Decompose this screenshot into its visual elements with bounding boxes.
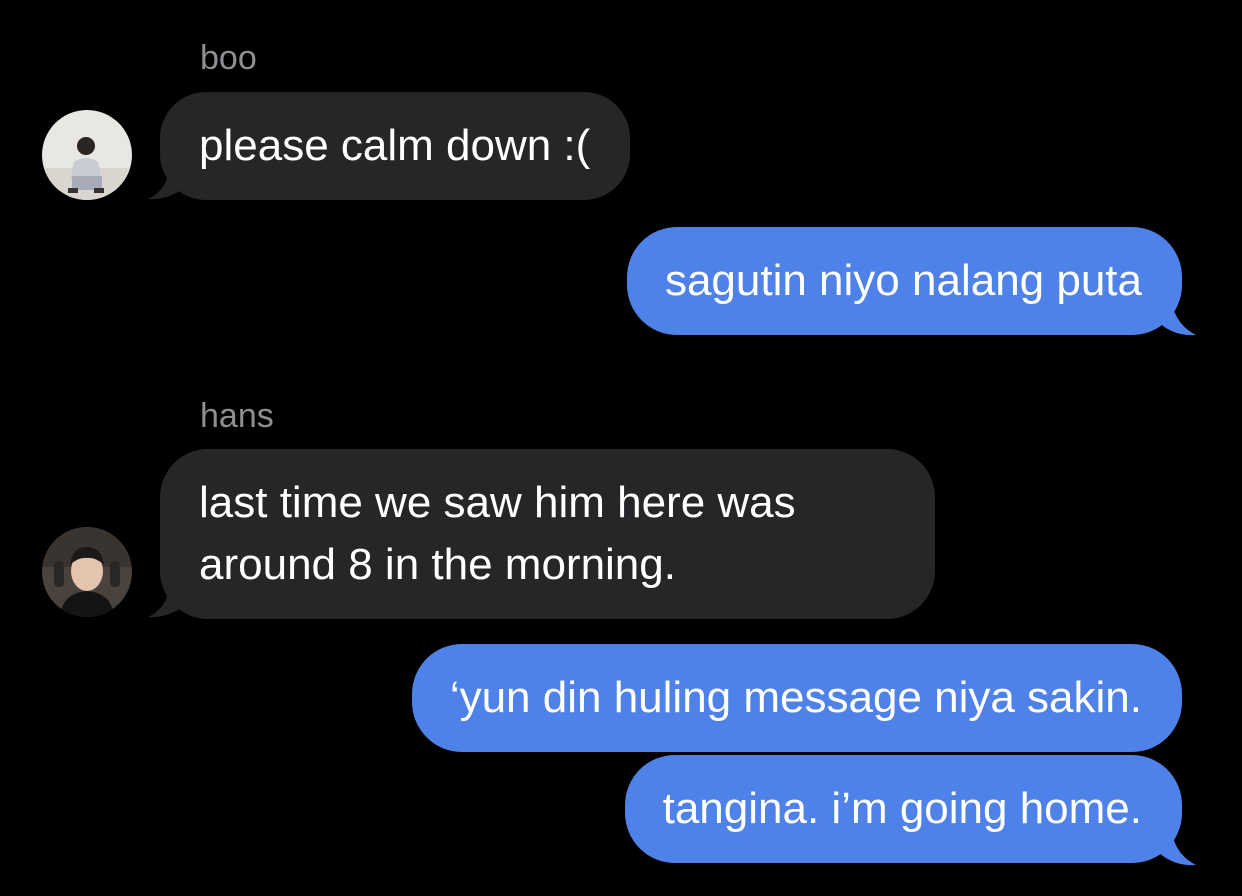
message-text: ‘yun din huling message niya sakin. <box>449 673 1142 722</box>
message-bubble-outgoing[interactable]: sagutin niyo nalang puta <box>626 227 1182 335</box>
avatar-photo-icon <box>42 527 132 617</box>
message-bubble-outgoing[interactable]: tangina. i’m going home. <box>624 755 1182 863</box>
message-bubble-incoming[interactable]: last time we saw him here was around 8 i… <box>160 449 935 619</box>
message-text: please calm down :( <box>199 121 591 170</box>
sender-name-hans: hans <box>200 397 274 435</box>
message-bubble-outgoing[interactable]: ‘yun din huling message niya sakin. <box>411 644 1182 752</box>
message-text: sagutin niyo nalang puta <box>664 256 1142 305</box>
avatar-boo[interactable] <box>42 110 132 200</box>
message-bubble-incoming[interactable]: please calm down :( <box>160 92 631 200</box>
avatar-hans[interactable] <box>42 527 132 617</box>
message-text: last time we saw him here was around 8 i… <box>199 478 796 589</box>
avatar-photo-icon <box>42 110 132 200</box>
message-text: tangina. i’m going home. <box>662 784 1142 833</box>
sender-name-boo: boo <box>200 39 257 77</box>
